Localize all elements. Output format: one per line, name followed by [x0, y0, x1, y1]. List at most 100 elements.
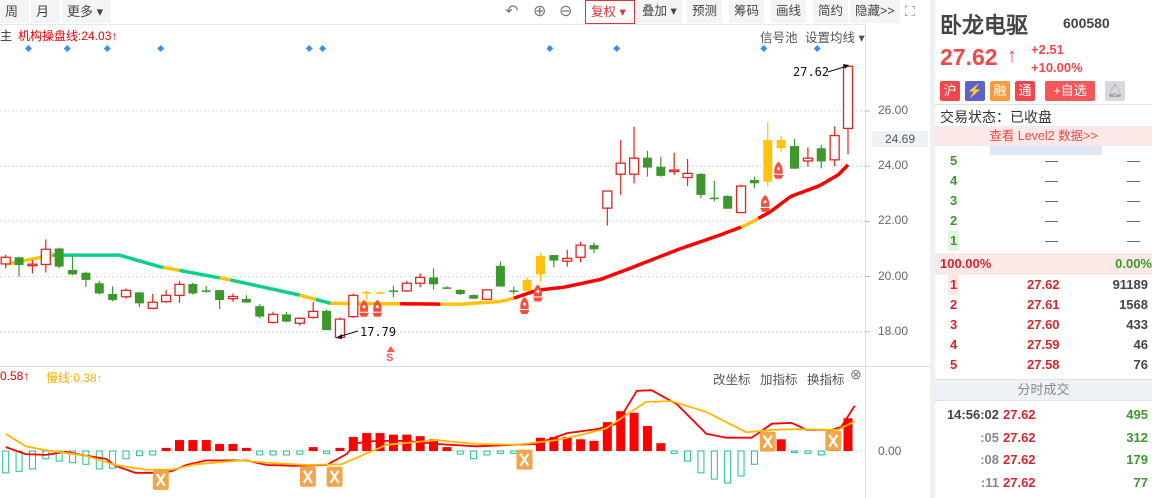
quote-panel: 卧龙电驱 600580 27.62 ↑ +2.51 +10.00% 沪 ⚡ 融 …	[935, 0, 1152, 498]
bell-icon[interactable]: 🔔︎	[1105, 81, 1125, 101]
macd-bar-positive	[188, 440, 198, 451]
candle-body-down	[134, 292, 144, 304]
price: 27.61	[1027, 297, 1060, 312]
price-axis-label: 24.00	[878, 158, 909, 173]
volume: 495	[1126, 407, 1148, 422]
macd-bar-negative	[470, 450, 478, 460]
low-price-annotation: 17.79	[360, 325, 397, 339]
lightning-icon[interactable]: ⚡	[965, 81, 985, 101]
rocket-window	[763, 200, 767, 204]
volume: —	[1127, 153, 1140, 168]
period-month-button[interactable]: 月	[31, 0, 61, 23]
volume: 77	[1133, 474, 1148, 490]
zoom-out-icon[interactable]: ⊖	[554, 0, 577, 23]
price-axis-label: 20.00	[878, 268, 909, 283]
simple-button[interactable]: 简约	[813, 0, 849, 23]
candle-body-down	[749, 180, 759, 184]
macd-bar-negative	[122, 450, 130, 460]
volume: —	[1127, 193, 1140, 208]
fullscreen-icon[interactable]: ⛶	[900, 0, 920, 23]
macd-bar-negative	[804, 450, 812, 454]
set-ma-button[interactable]: 设置均线 ▾	[805, 27, 865, 46]
level: 3	[950, 193, 958, 208]
change-axis-button[interactable]: 改坐标	[713, 369, 751, 388]
candle-body-special	[763, 139, 773, 182]
volume: 179	[1126, 452, 1148, 467]
candle-body-up	[348, 294, 359, 318]
macd-zero-label: 0.00	[878, 444, 902, 458]
candle-body-up	[0, 256, 11, 265]
buy-order-row: 1 27.62 91189	[935, 275, 1152, 295]
zoom-in-icon[interactable]: ⊕	[528, 0, 551, 23]
signal-diamond-icon	[24, 45, 32, 52]
price: 27.60	[1027, 317, 1060, 332]
hide-button[interactable]: 隐藏>>	[850, 0, 900, 23]
price: —	[1045, 173, 1058, 188]
candle-body-up	[669, 169, 680, 173]
close-indicator-icon[interactable]: ⊗	[850, 366, 862, 383]
connect-badge[interactable]: 通	[1015, 81, 1035, 101]
macd-bar-positive	[201, 440, 211, 451]
margin-badge[interactable]: 融	[990, 81, 1010, 101]
axis-line	[865, 24, 866, 498]
price-change-pct: +10.00%	[1031, 60, 1083, 75]
undo-icon[interactable]: ↶	[500, 0, 523, 23]
price: —	[1045, 233, 1058, 248]
candle-body-down	[642, 157, 652, 168]
ma-line-segment	[229, 278, 301, 297]
overlay-dropdown[interactable]: 叠加 ▾	[637, 0, 682, 23]
macd-bar-positive	[161, 447, 171, 451]
candle-body-up	[735, 185, 747, 214]
period-week-button[interactable]: 周	[0, 0, 30, 23]
more-periods-dropdown[interactable]: 更多 ▾	[62, 0, 112, 23]
macd-bar-positive	[589, 440, 599, 451]
chips-button[interactable]: 筹码	[729, 0, 765, 23]
macd-bar-positive	[215, 443, 225, 451]
add-watchlist-button[interactable]: +自选	[1045, 81, 1095, 101]
macd-bar-negative	[483, 450, 491, 456]
candle-body-up	[481, 289, 493, 300]
price: 27.62	[1003, 407, 1036, 422]
price: —	[1045, 213, 1058, 228]
price-axis-label: 22.00	[878, 213, 909, 228]
macd-bar-negative	[697, 450, 705, 474]
candle-body-special	[375, 292, 385, 294]
signal-pool-button[interactable]: 信号池	[760, 27, 798, 46]
level: 2	[950, 213, 958, 228]
candle-body-up	[615, 162, 626, 175]
candle-body-down	[108, 293, 118, 301]
kline-chart[interactable]	[0, 0, 930, 498]
forecast-button[interactable]: 预测	[687, 0, 723, 23]
macd-slow-label: 慢线:0.38↑	[46, 371, 103, 385]
sell-order-row: 2 — —	[935, 211, 1152, 231]
candle-body-down	[281, 314, 291, 322]
rocket-window	[522, 302, 526, 306]
macd-bar-negative	[710, 450, 718, 480]
add-indicator-button[interactable]: 加指标	[760, 369, 798, 388]
macd-bar-negative	[750, 450, 758, 465]
candle-body-up	[40, 248, 51, 266]
candle-body-down	[709, 197, 719, 200]
macd-bar-positive	[228, 443, 238, 451]
level: 1	[948, 275, 960, 295]
candle-body-special	[522, 279, 532, 291]
price-axis-label: 26.00	[878, 103, 909, 117]
candle-body-down	[455, 289, 465, 294]
price: 27.58	[1027, 357, 1060, 372]
price-change: +2.51	[1031, 42, 1064, 57]
switch-indicator-button[interactable]: 换指标	[807, 369, 845, 388]
buy-order-row: 5 27.58 76	[935, 355, 1152, 375]
draw-line-button[interactable]: 画线	[771, 0, 807, 23]
price: 27.62	[1003, 429, 1036, 445]
macd-bar-positive	[629, 412, 639, 451]
candle-body-down	[469, 295, 479, 299]
candle-body-up	[415, 276, 426, 284]
price: —	[1045, 193, 1058, 208]
tick-row: :05 27.62 312	[935, 428, 1152, 448]
macd-bar-positive	[642, 426, 652, 451]
fuquan-dropdown[interactable]: 复权 ▾	[585, 0, 635, 24]
shanghai-badge[interactable]: 沪	[940, 81, 960, 101]
candle-body-up	[802, 157, 814, 162]
level2-link[interactable]: 查看 Level2 数据>>	[935, 126, 1152, 146]
candle-body-down	[255, 306, 265, 317]
